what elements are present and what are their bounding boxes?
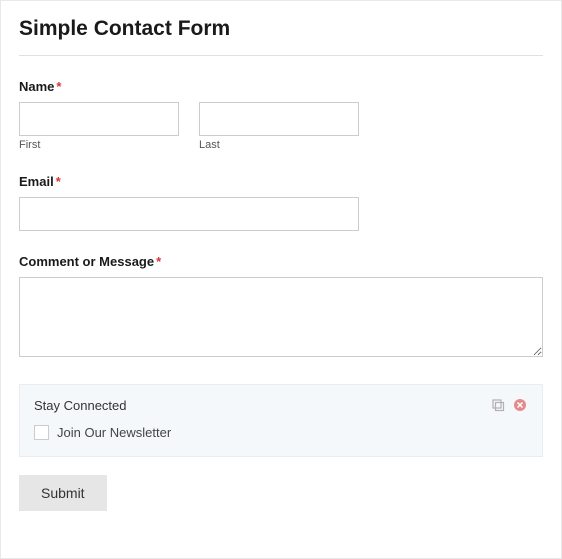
newsletter-checkbox[interactable] <box>34 425 49 440</box>
duplicate-icon[interactable] <box>490 397 506 413</box>
first-name-input[interactable] <box>19 102 179 136</box>
comment-label: Comment or Message* <box>19 254 161 269</box>
newsletter-checkbox-row[interactable]: Join Our Newsletter <box>34 425 528 440</box>
comment-textarea[interactable] <box>19 277 543 357</box>
divider <box>19 55 543 56</box>
name-row: First Last <box>19 102 543 151</box>
last-name-sublabel: Last <box>199 139 359 151</box>
first-name-sublabel: First <box>19 139 179 151</box>
email-label-text: Email <box>19 174 54 189</box>
first-name-col: First <box>19 102 179 151</box>
comment-label-text: Comment or Message <box>19 254 154 269</box>
name-field-group: Name* First Last <box>19 78 543 151</box>
name-label: Name* <box>19 79 61 94</box>
newsletter-label: Join Our Newsletter <box>57 425 171 440</box>
last-name-col: Last <box>199 102 359 151</box>
submit-button[interactable]: Submit <box>19 475 107 511</box>
comment-field-group: Comment or Message* <box>19 253 543 362</box>
email-label: Email* <box>19 174 61 189</box>
last-name-input[interactable] <box>199 102 359 136</box>
form-title: Simple Contact Form <box>19 17 543 41</box>
email-required: * <box>56 174 61 189</box>
email-input[interactable] <box>19 197 359 231</box>
form-container: Simple Contact Form Name* First Last Ema… <box>0 0 562 559</box>
name-required: * <box>56 79 61 94</box>
email-field-group: Email* <box>19 173 543 231</box>
stay-connected-header: Stay Connected <box>34 397 528 413</box>
delete-icon[interactable] <box>512 397 528 413</box>
stay-connected-title: Stay Connected <box>34 398 127 413</box>
stay-connected-panel: Stay Connected Join Our Newsletter <box>19 384 543 457</box>
stay-connected-icons <box>490 397 528 413</box>
name-label-text: Name <box>19 79 54 94</box>
comment-required: * <box>156 254 161 269</box>
